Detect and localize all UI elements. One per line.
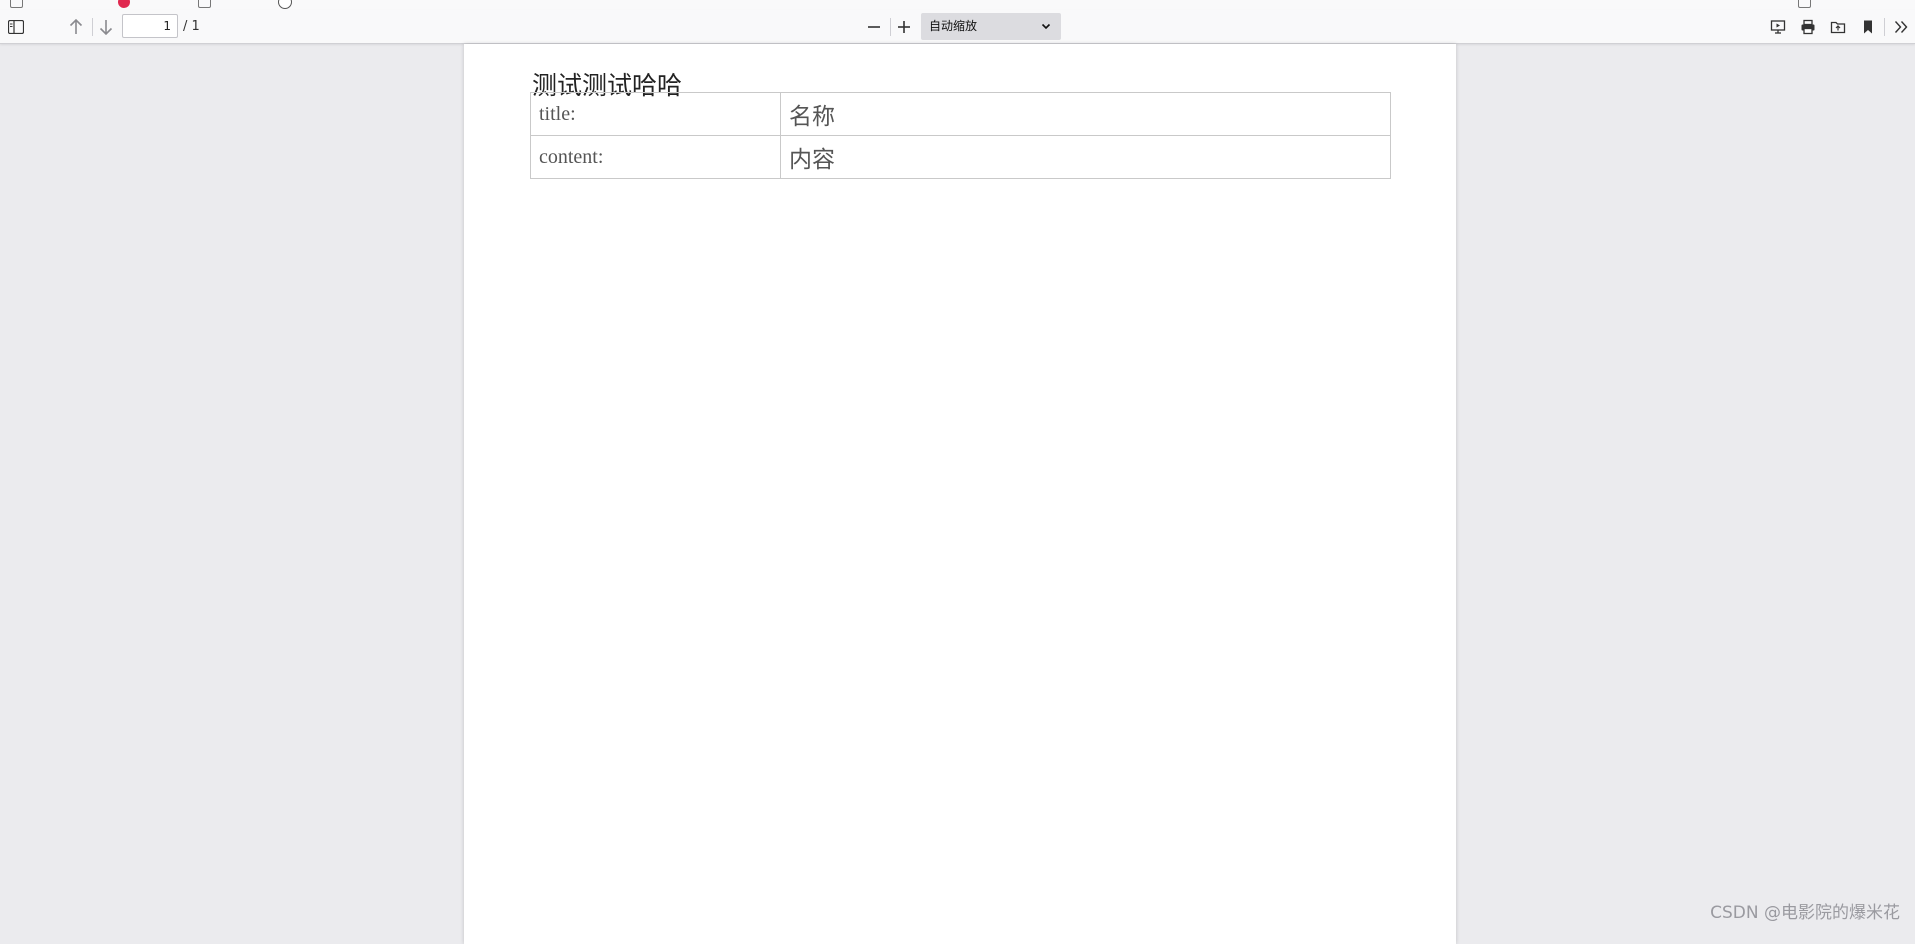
page-number-input[interactable] <box>122 14 178 38</box>
bookmark-item[interactable] <box>10 0 31 8</box>
sidebar-toggle-icon <box>8 20 24 34</box>
zoom-in-icon <box>897 20 911 34</box>
zoom-out-icon <box>867 20 881 34</box>
table-cell-key: title: <box>531 93 781 136</box>
bookmark-item[interactable] <box>278 0 300 9</box>
bookmark-button[interactable] <box>1856 15 1880 39</box>
arrow-up-icon <box>69 19 83 35</box>
folder-icon <box>1798 0 1811 8</box>
document-table: title: 名称 content: 内容 <box>530 92 1391 179</box>
table-cell-value: 名称 <box>781 93 1391 136</box>
zoom-select[interactable]: 自动缩放 <box>921 13 1061 40</box>
page-total-label: / 1 <box>183 19 200 34</box>
toolbar-separator <box>92 18 93 36</box>
table-row: content: 内容 <box>531 136 1391 179</box>
table-cell-key: content: <box>531 136 781 179</box>
open-file-icon <box>1830 19 1846 35</box>
chevron-down-icon <box>1041 13 1051 40</box>
next-page-button[interactable] <box>94 15 118 39</box>
zoom-out-button[interactable] <box>862 15 886 39</box>
double-chevron-right-icon <box>1893 19 1909 35</box>
zoom-select-value: 自动缩放 <box>929 19 977 33</box>
table-row: title: 名称 <box>531 93 1391 136</box>
arrow-down-icon <box>99 19 113 35</box>
folder-icon <box>10 0 23 8</box>
more-tools-button[interactable] <box>1889 15 1913 39</box>
bookmark-icon <box>1862 19 1874 35</box>
pdf-page <box>464 44 1456 944</box>
print-button[interactable] <box>1796 15 1820 39</box>
folder-icon <box>198 0 211 8</box>
previous-page-button[interactable] <box>64 15 88 39</box>
toolbar-separator <box>1884 18 1885 36</box>
print-icon <box>1800 19 1816 35</box>
presentation-mode-button[interactable] <box>1766 15 1790 39</box>
table-cell-value: 内容 <box>781 136 1391 179</box>
site-icon <box>118 0 130 8</box>
globe-icon <box>278 0 292 9</box>
zoom-in-button[interactable] <box>892 15 916 39</box>
watermark: CSDN @电影院的爆米花 <box>1710 898 1900 923</box>
pdf-toolbar: / 1 自动缩放 <box>0 10 1915 44</box>
presentation-icon <box>1770 19 1786 35</box>
toolbar-separator <box>890 18 891 36</box>
bookmark-item[interactable] <box>118 0 138 8</box>
sidebar-toggle-button[interactable] <box>4 15 28 39</box>
bookmark-item[interactable] <box>198 0 219 8</box>
bookmark-item[interactable] <box>1798 0 1819 8</box>
open-file-button[interactable] <box>1826 15 1850 39</box>
